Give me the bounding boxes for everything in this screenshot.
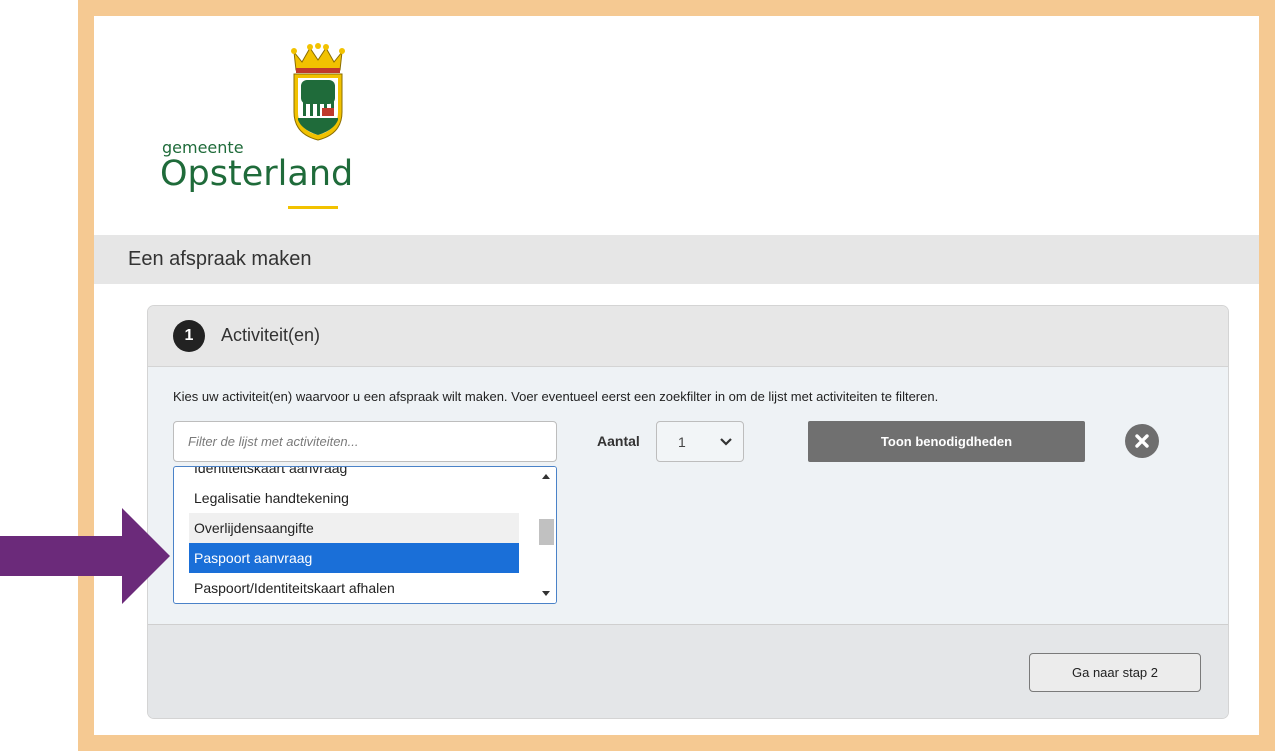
clear-button[interactable] bbox=[1125, 424, 1159, 458]
next-step-button[interactable]: Ga naar stap 2 bbox=[1029, 653, 1201, 692]
aantal-value: 1 bbox=[678, 434, 686, 450]
list-item-legalisatie[interactable]: Legalisatie handtekening bbox=[189, 483, 519, 513]
scroll-thumb[interactable] bbox=[539, 519, 554, 545]
step-header: 1 Activiteit(en) bbox=[148, 306, 1228, 367]
step-footer: Ga naar stap 2 bbox=[148, 624, 1228, 718]
scroll-down-icon[interactable] bbox=[542, 591, 550, 596]
aantal-label: Aantal bbox=[597, 433, 640, 449]
list-item-paspoort-aanvraag[interactable]: Paspoort aanvraag bbox=[189, 543, 519, 573]
page-title: Een afspraak maken bbox=[128, 248, 312, 270]
list-item-overlijdensaangifte[interactable]: Overlijdensaangifte bbox=[189, 513, 519, 543]
chevron-down-icon bbox=[720, 438, 732, 446]
logo-underline bbox=[288, 206, 338, 209]
crest-icon bbox=[291, 43, 345, 141]
toon-benodigdheden-button[interactable]: Toon benodigdheden bbox=[808, 421, 1085, 462]
filter-field[interactable] bbox=[173, 421, 557, 462]
list-item-identiteitskaart[interactable]: Identiteitskaart aanvraag bbox=[189, 467, 519, 483]
list-item-paspoort-afhalen[interactable]: Paspoort/Identiteitskaart afhalen bbox=[189, 573, 519, 603]
aantal-select[interactable]: 1 bbox=[656, 421, 744, 462]
step-intro: Kies uw activiteit(en) waarvoor u een af… bbox=[173, 389, 939, 404]
activity-filter-input[interactable] bbox=[174, 422, 556, 461]
opsterland-logo: gemeente Opsterland bbox=[160, 42, 362, 209]
logo-name: Opsterland bbox=[160, 154, 354, 194]
activity-listbox[interactable]: Identiteitskaart aanvraag Legalisatie ha… bbox=[173, 466, 557, 604]
page-title-bar: Een afspraak maken bbox=[94, 235, 1259, 284]
step-panel: 1 Activiteit(en) Kies uw activiteit(en) … bbox=[147, 305, 1229, 719]
close-icon bbox=[1135, 434, 1149, 448]
scroll-up-icon[interactable] bbox=[542, 474, 550, 479]
page-frame: gemeente Opsterland Een afspraak maken 1… bbox=[78, 0, 1275, 751]
listbox-scrollbar[interactable] bbox=[537, 467, 556, 603]
step-number-badge: 1 bbox=[173, 320, 205, 352]
arrow-right-icon bbox=[0, 508, 170, 604]
step-title: Activiteit(en) bbox=[221, 325, 321, 345]
